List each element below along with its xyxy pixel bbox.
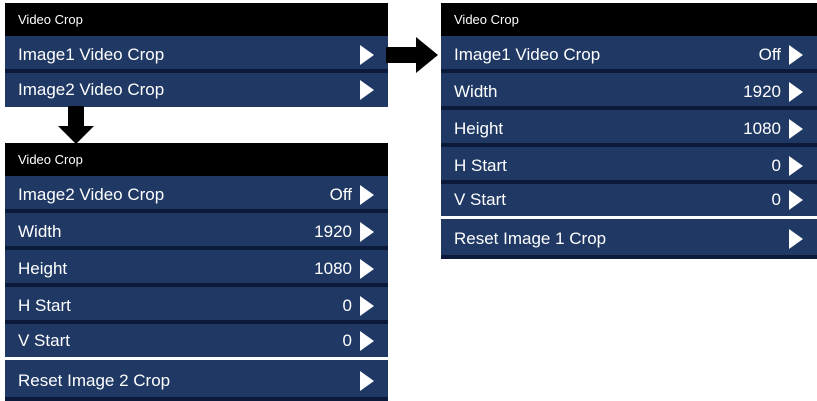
menu-item-width[interactable]: Width 1920 <box>5 213 388 250</box>
menu-item-label: Image2 Video Crop <box>18 184 165 204</box>
arrow-right-icon <box>360 258 374 279</box>
arrow-right-icon <box>789 155 803 176</box>
arrow-right-icon <box>789 118 803 139</box>
menu-item-value: 1920 <box>314 221 352 241</box>
flow-arrow-down-icon <box>58 106 94 144</box>
arrow-right-icon <box>789 190 803 210</box>
divider <box>441 255 817 259</box>
menu-item-value: 1920 <box>743 81 781 101</box>
menu-panel-image1-crop: Video Crop Image1 Video Crop Off Width 1… <box>441 3 817 259</box>
menu-item-label: Height <box>454 118 504 138</box>
menu-item-value: 1080 <box>314 258 352 278</box>
menu-item-label: V Start <box>18 330 70 350</box>
menu-header: Video Crop <box>5 143 388 176</box>
arrow-right-icon <box>360 221 374 242</box>
menu-item-height[interactable]: Height 1080 <box>5 250 388 287</box>
menu-item-label: V Start <box>454 190 506 209</box>
menu-item-value: Off <box>329 184 352 204</box>
menu-item-value: 0 <box>342 295 352 315</box>
menu-item-label: Image2 Video Crop <box>18 80 165 99</box>
menu-item-image1-video-crop[interactable]: Image1 Video Crop Off <box>441 36 817 73</box>
arrow-right-icon <box>360 184 374 205</box>
menu-panel-video-crop: Video Crop Image1 Video Crop Image2 Vide… <box>5 3 388 107</box>
menu-item-v-start[interactable]: V Start 0 <box>441 184 817 216</box>
arrow-right-icon <box>360 44 374 65</box>
menu-item-reset-image2-crop[interactable]: Reset Image 2 Crop <box>5 360 388 401</box>
menu-header-title: Video Crop <box>18 152 83 167</box>
menu-item-h-start[interactable]: H Start 0 <box>5 287 388 324</box>
divider <box>5 397 388 401</box>
arrow-right-icon <box>360 80 374 100</box>
menu-item-label: Width <box>18 221 62 241</box>
arrow-right-icon <box>789 81 803 102</box>
menu-item-value: 0 <box>771 190 781 209</box>
arrow-right-icon <box>360 330 374 351</box>
arrow-right-icon <box>360 295 374 316</box>
menu-item-value: Off <box>758 44 781 64</box>
menu-item-v-start[interactable]: V Start 0 <box>5 324 388 357</box>
menu-header-title: Video Crop <box>18 12 83 27</box>
menu-item-value: 1080 <box>743 118 781 138</box>
menu-item-label: H Start <box>454 155 507 175</box>
menu-item-h-start[interactable]: H Start 0 <box>441 147 817 184</box>
menu-item-label: Height <box>18 258 68 278</box>
menu-item-label: Image1 Video Crop <box>18 44 165 64</box>
menu-item-label: Width <box>454 81 498 101</box>
menu-header: Video Crop <box>441 3 817 36</box>
menu-header-title: Video Crop <box>454 12 519 27</box>
menu-item-label: H Start <box>18 295 71 315</box>
menu-item-image1-video-crop[interactable]: Image1 Video Crop <box>5 36 388 73</box>
menu-item-image2-video-crop[interactable]: Image2 Video Crop <box>5 73 388 107</box>
menu-item-reset-image1-crop[interactable]: Reset Image 1 Crop <box>441 219 817 259</box>
menu-item-width[interactable]: Width 1920 <box>441 73 817 110</box>
menu-panel-image2-crop: Video Crop Image2 Video Crop Off Width 1… <box>5 143 388 401</box>
arrow-right-icon <box>360 370 374 391</box>
menu-item-value: 0 <box>342 330 352 350</box>
menu-item-label: Reset Image 1 Crop <box>454 229 607 248</box>
arrow-right-icon <box>789 44 803 65</box>
menu-item-height[interactable]: Height 1080 <box>441 110 817 147</box>
menu-item-image2-video-crop[interactable]: Image2 Video Crop Off <box>5 176 388 213</box>
menu-header: Video Crop <box>5 3 388 36</box>
menu-item-value: 0 <box>771 155 781 175</box>
menu-item-label: Image1 Video Crop <box>454 44 601 64</box>
menu-item-label: Reset Image 2 Crop <box>18 370 171 390</box>
arrow-right-icon <box>789 229 803 249</box>
flow-arrow-right-icon <box>386 37 438 73</box>
